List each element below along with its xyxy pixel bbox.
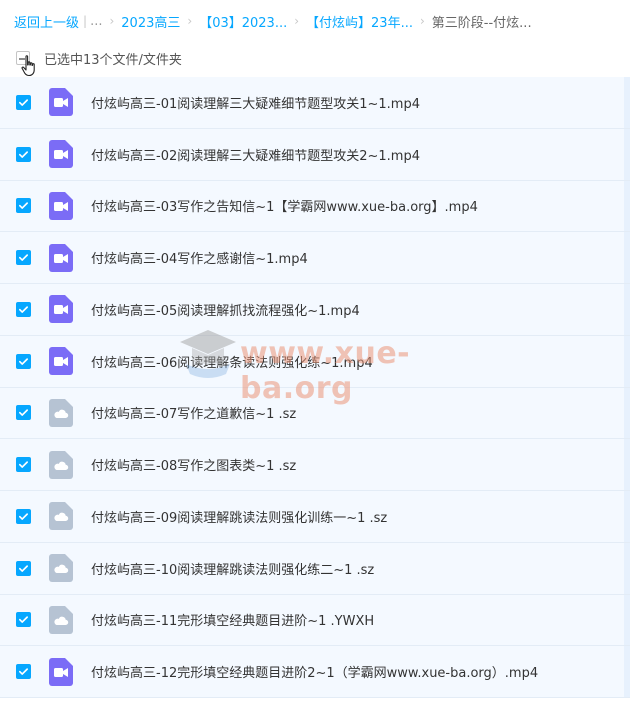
row-checkbox[interactable] [16, 94, 31, 110]
breadcrumb-ellipsis[interactable]: ... [90, 14, 102, 29]
cloud-file-icon [49, 502, 73, 531]
file-name[interactable]: 付炫屿高三-01阅读理解三大疑难细节题型攻关1~1.mp4 [91, 93, 420, 112]
file-name[interactable]: 付炫屿高三-08写作之图表类~1 .sz [91, 455, 296, 474]
chevron-right-icon: › [419, 14, 425, 28]
file-row[interactable]: 付炫屿高三-02阅读理解三大疑难细节题型攻关2~1.mp4 [0, 128, 630, 181]
file-row[interactable]: 付炫屿高三-10阅读理解跳读法则强化练二~1 .sz [0, 542, 630, 595]
video-icon [49, 191, 73, 220]
hand-cursor-icon [21, 55, 35, 77]
cloud-file-icon [49, 554, 73, 583]
file-name[interactable]: 付炫屿高三-04写作之感谢信~1.mp4 [91, 248, 308, 267]
row-checkbox[interactable] [16, 405, 31, 421]
row-checkbox[interactable] [16, 250, 31, 266]
row-checkbox[interactable] [16, 146, 31, 162]
row-checkbox[interactable] [16, 560, 31, 576]
row-checkbox[interactable] [16, 457, 31, 473]
breadcrumb-item-teacher[interactable]: 【付炫屿】23年... [306, 12, 413, 31]
file-name[interactable]: 付炫屿高三-02阅读理解三大疑难细节题型攻关2~1.mp4 [91, 145, 420, 164]
cloud-file-icon [49, 450, 73, 479]
file-name[interactable]: 付炫屿高三-05阅读理解抓找流程强化~1.mp4 [91, 300, 360, 319]
breadcrumb-divider: | [83, 14, 88, 28]
video-icon [49, 243, 73, 272]
row-checkbox[interactable] [16, 198, 31, 214]
video-icon [49, 657, 73, 686]
row-checkbox[interactable] [16, 664, 31, 680]
file-row[interactable]: 付炫屿高三-03写作之告知信~1【学霸网www.xue-ba.org】.mp4 [0, 180, 630, 233]
file-name[interactable]: 付炫屿高三-07写作之道歉信~1 .sz [91, 403, 296, 422]
file-name[interactable]: 付炫屿高三-10阅读理解跳读法则强化练二~1 .sz [91, 559, 374, 578]
breadcrumb: 返回上一级 | ... › 2023高三 › 【03】2023... › 【付炫… [14, 9, 532, 33]
chevron-right-icon: › [187, 14, 193, 28]
row-checkbox[interactable] [16, 612, 31, 628]
file-row[interactable]: 付炫屿高三-12完形填空经典题目进阶2~1（学霸网www.xue-ba.org）… [0, 646, 630, 698]
video-icon [49, 347, 73, 376]
breadcrumb-item-03[interactable]: 【03】2023... [199, 12, 287, 31]
file-row[interactable]: 付炫屿高三-08写作之图表类~1 .sz [0, 439, 630, 491]
video-icon [49, 295, 73, 324]
file-row[interactable]: 付炫屿高三-05阅读理解抓找流程强化~1.mp4 [0, 284, 630, 336]
file-row[interactable]: 付炫屿高三-09阅读理解跳读法则强化训练一~1 .sz [0, 491, 630, 543]
file-name[interactable]: 付炫屿高三-06阅读理解条读法则强化练~1.mp4 [91, 352, 373, 371]
file-row[interactable]: 付炫屿高三-06阅读理解条读法则强化练~1.mp4 [0, 335, 630, 388]
file-row[interactable]: 付炫屿高三-01阅读理解三大疑难细节题型攻关1~1.mp4 [0, 77, 630, 129]
file-name[interactable]: 付炫屿高三-09阅读理解跳读法则强化训练一~1 .sz [91, 507, 387, 526]
file-row[interactable]: 付炫屿高三-04写作之感谢信~1.mp4 [0, 232, 630, 284]
cloud-file-icon [49, 398, 73, 427]
row-checkbox[interactable] [16, 301, 31, 317]
chevron-right-icon: › [294, 14, 300, 28]
back-link[interactable]: 返回上一级 [14, 12, 79, 31]
file-row[interactable]: 付炫屿高三-11完形填空经典题目进阶~1 .YWXH [0, 594, 630, 647]
video-icon [49, 140, 73, 169]
breadcrumb-current: 第三阶段--付炫... [431, 15, 532, 31]
file-name[interactable]: 付炫屿高三-11完形填空经典题目进阶~1 .YWXH [91, 610, 374, 629]
chevron-right-icon: › [109, 14, 115, 28]
selection-count-label: 已选中13个文件/文件夹 [44, 52, 182, 68]
file-row[interactable]: 付炫屿高三-07写作之道歉信~1 .sz [0, 387, 630, 440]
file-name[interactable]: 付炫屿高三-12完形填空经典题目进阶2~1（学霸网www.xue-ba.org）… [91, 662, 538, 681]
breadcrumb-item-2023[interactable]: 2023高三 [121, 12, 180, 31]
cloud-file-icon [49, 605, 73, 634]
file-name[interactable]: 付炫屿高三-03写作之告知信~1【学霸网www.xue-ba.org】.mp4 [91, 196, 478, 215]
video-icon [49, 88, 73, 117]
row-checkbox[interactable] [16, 508, 31, 524]
row-checkbox[interactable] [16, 353, 31, 369]
file-list: 付炫屿高三-01阅读理解三大疑难细节题型攻关1~1.mp4 付炫屿高三-02阅读理… [0, 77, 630, 698]
